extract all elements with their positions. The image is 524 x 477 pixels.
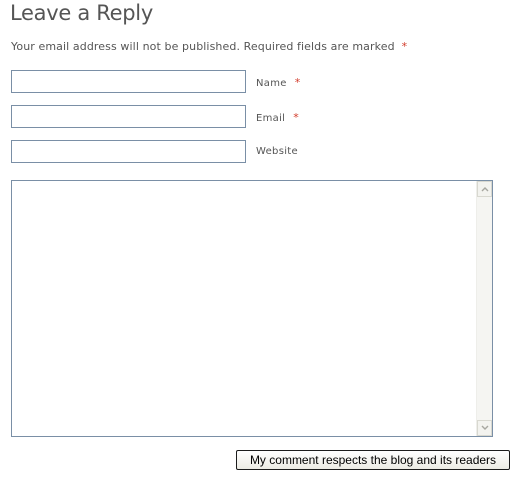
website-label: Website bbox=[256, 146, 298, 157]
website-field-row: Website bbox=[11, 140, 411, 166]
submit-comment-button[interactable]: My comment respects the blog and its rea… bbox=[236, 450, 510, 470]
comment-scrollbar[interactable] bbox=[476, 181, 492, 436]
email-label: Email * bbox=[256, 111, 299, 124]
name-label-text: Name bbox=[256, 78, 287, 89]
scroll-up-button[interactable] bbox=[477, 181, 492, 197]
reply-title: Leave a Reply bbox=[10, 1, 153, 25]
comment-box bbox=[11, 180, 493, 437]
name-required-asterisk: * bbox=[294, 76, 301, 89]
comment-notes: Your email address will not be published… bbox=[11, 40, 407, 53]
comment-textarea[interactable] bbox=[12, 181, 476, 436]
email-field-row: Email * bbox=[11, 105, 411, 131]
website-label-text: Website bbox=[256, 146, 298, 157]
email-required-asterisk: * bbox=[293, 111, 300, 124]
email-input[interactable] bbox=[11, 105, 246, 128]
name-label: Name * bbox=[256, 76, 301, 89]
comment-notes-text: Your email address will not be published… bbox=[11, 40, 395, 53]
email-label-text: Email bbox=[256, 113, 286, 124]
name-input[interactable] bbox=[11, 70, 246, 93]
required-asterisk: * bbox=[401, 40, 408, 53]
chevron-up-icon bbox=[481, 187, 489, 192]
scroll-down-button[interactable] bbox=[477, 420, 492, 436]
name-field-row: Name * bbox=[11, 70, 411, 96]
chevron-down-icon bbox=[481, 425, 489, 430]
website-input[interactable] bbox=[11, 140, 246, 163]
